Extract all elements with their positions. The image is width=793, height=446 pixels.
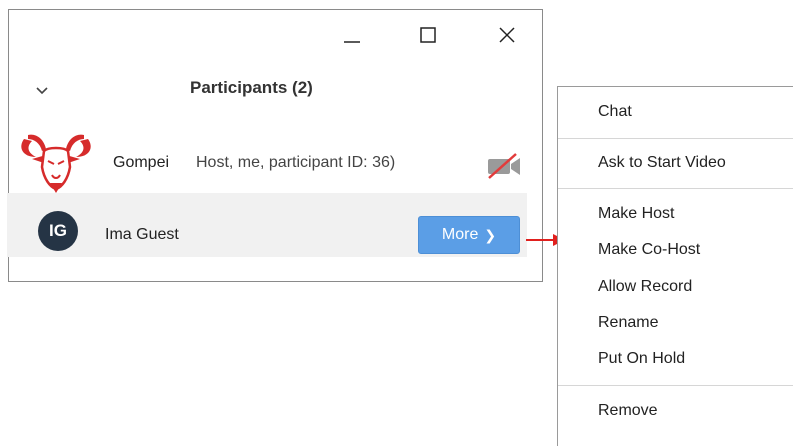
maximize-button[interactable] — [413, 24, 443, 46]
more-button[interactable]: More ❯ — [418, 216, 520, 254]
menu-divider — [558, 385, 793, 386]
close-icon — [499, 27, 515, 43]
menu-item-rename[interactable]: Rename — [598, 314, 658, 332]
menu-item-ask-to-start-video[interactable]: Ask to Start Video — [598, 154, 726, 172]
avatar: IG — [38, 211, 78, 251]
more-label: More — [441, 226, 479, 243]
chevron-right-icon: ❯ — [484, 226, 497, 243]
menu-divider — [558, 138, 793, 139]
chevron-down-icon — [36, 87, 48, 95]
minimize-icon — [344, 41, 360, 43]
menu-divider — [558, 188, 793, 189]
maximize-icon — [420, 27, 436, 43]
menu-item-remove[interactable]: Remove — [598, 402, 658, 420]
collapse-chevron-button[interactable] — [34, 82, 50, 103]
close-button[interactable] — [492, 24, 522, 46]
participant-name: Gompei — [113, 154, 170, 171]
panel-title: Participants (2) — [190, 78, 313, 97]
goat-logo-avatar — [14, 127, 98, 200]
menu-item-allow-record[interactable]: Allow Record — [598, 278, 692, 296]
video-off-icon — [488, 153, 520, 179]
menu-item-put-on-hold[interactable]: Put On Hold — [598, 350, 685, 368]
minimize-button[interactable] — [337, 24, 367, 46]
participant-name: Ima Guest — [105, 226, 179, 243]
video-off-button[interactable] — [486, 152, 524, 185]
participant-context-menu: Chat Ask to Start Video Make Host Make C… — [557, 86, 793, 446]
menu-item-make-host[interactable]: Make Host — [598, 205, 674, 223]
menu-item-chat[interactable]: Chat — [598, 103, 632, 121]
goat-logo-icon — [21, 134, 91, 193]
menu-item-make-co-host[interactable]: Make Co-Host — [598, 241, 700, 259]
participant-details: Host, me, participant ID: 36) — [196, 154, 396, 171]
